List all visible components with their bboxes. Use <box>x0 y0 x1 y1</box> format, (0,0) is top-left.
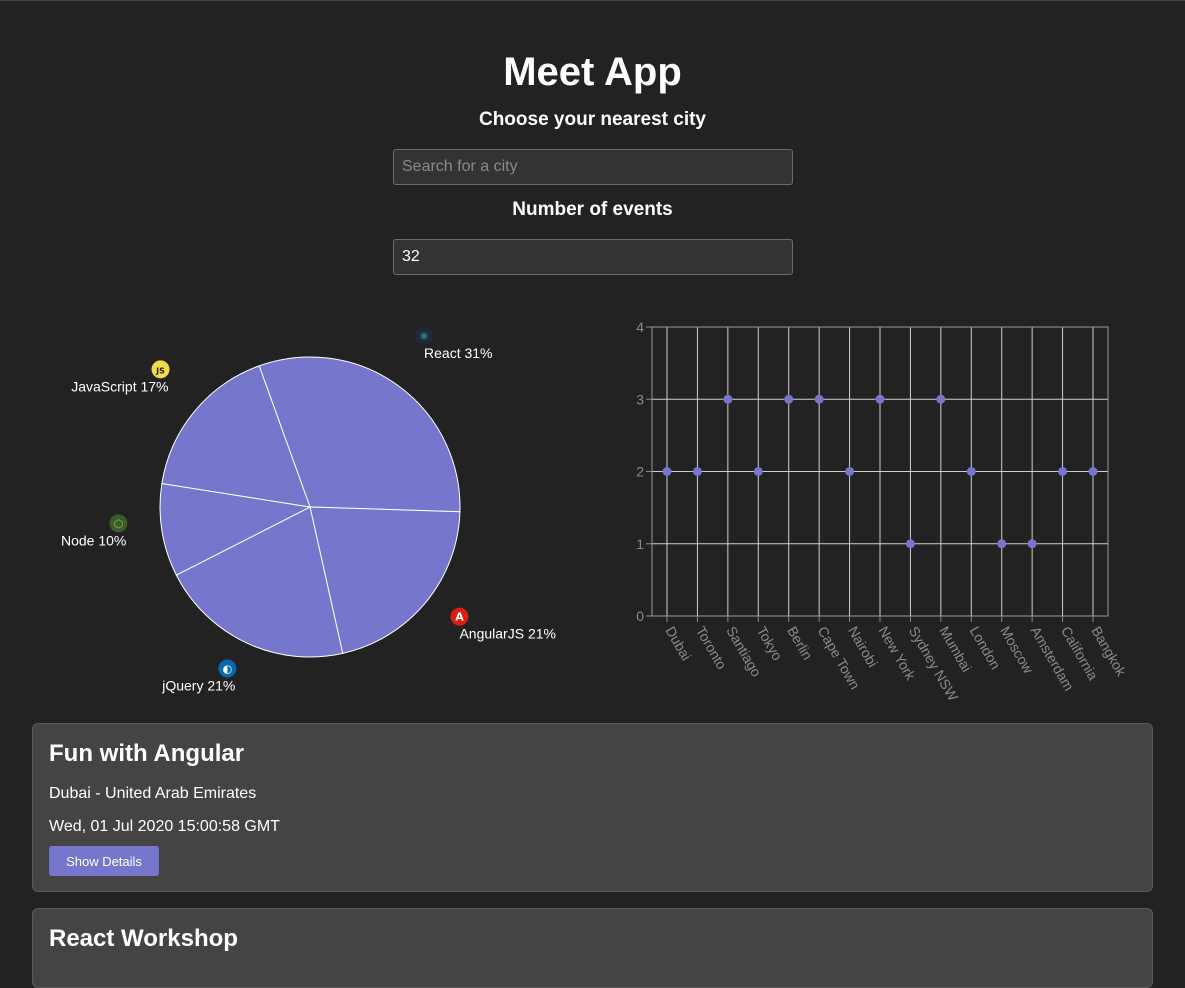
pie-slice-label: Node 10% <box>61 532 126 548</box>
number-of-events-input[interactable] <box>393 239 793 275</box>
x-tick-label: Tokyo <box>754 624 786 664</box>
x-tick-label: Dubai <box>662 624 694 664</box>
y-tick-label: 1 <box>636 536 644 552</box>
scatter-point <box>875 394 885 404</box>
react-label: ⚛ React 31% <box>415 327 493 361</box>
x-tick-label: Berlin <box>784 624 816 663</box>
icon-glyph: ⚛ <box>419 330 429 343</box>
node-label: ⬡ Node 10% <box>61 514 128 548</box>
pie-slice-label: jQuery 21% <box>161 678 235 694</box>
pie-slice-label: React 31% <box>424 345 492 361</box>
icon-glyph: ⬡ <box>114 517 124 530</box>
event-location: Dubai - United Arab Emirates <box>49 785 257 802</box>
y-tick-label: 2 <box>636 464 644 480</box>
scatter-point <box>845 467 855 476</box>
scatter-point <box>936 394 946 404</box>
icon-glyph: JS <box>155 366 165 375</box>
javascript-label: JS JavaScript 17% <box>71 360 170 394</box>
event-date: Wed, 01 Jul 2020 15:00:58 GMT <box>49 818 280 835</box>
scatter-point <box>966 467 976 476</box>
scatter-point <box>1058 467 1068 476</box>
y-tick-label: 0 <box>636 608 644 624</box>
event-card: Fun with Angular Dubai - United Arab Emi… <box>32 723 1153 892</box>
scatter-grid <box>646 326 1108 622</box>
genre-pie-chart: ⚛ React 31% A AngularJS 21% ◐ jQuery 21% ⬡ Node… <box>61 327 556 694</box>
y-tick-label: 4 <box>636 319 644 335</box>
city-search-input[interactable] <box>393 149 793 185</box>
scatter-point <box>662 467 672 476</box>
icon-glyph: ◐ <box>223 663 233 676</box>
event-title: Fun with Angular <box>49 740 245 767</box>
event-card: React Workshop <box>32 908 1153 988</box>
event-title: React Workshop <box>49 925 238 952</box>
scatter-point <box>905 539 915 549</box>
scatter-point <box>753 467 763 476</box>
pie-slice-label: JavaScript 17% <box>71 378 168 394</box>
jquery-label: ◐ jQuery 21% <box>161 659 237 694</box>
icon-glyph: A <box>455 611 464 624</box>
scatter-point <box>784 394 794 404</box>
city-search-label: Choose your nearest city <box>478 109 707 130</box>
scatter-point <box>997 539 1007 549</box>
y-tick-label: 3 <box>636 391 644 407</box>
scatter-point <box>814 394 824 404</box>
scatter-point <box>692 467 702 476</box>
events-scatter-chart: 01234DubaiTorontoSantiagoTokyoBerlinCape… <box>636 319 1130 704</box>
pie-slice-label: AngularJS 21% <box>459 626 556 642</box>
number-of-events-label: Number of events <box>512 199 673 220</box>
show-details-button[interactable]: Show Details <box>49 846 159 876</box>
scatter-point <box>723 394 733 404</box>
angular-label: A AngularJS 21% <box>450 607 556 642</box>
scatter-point <box>1088 467 1098 476</box>
scatter-point <box>1027 539 1037 549</box>
app-title: Meet App <box>503 50 682 94</box>
